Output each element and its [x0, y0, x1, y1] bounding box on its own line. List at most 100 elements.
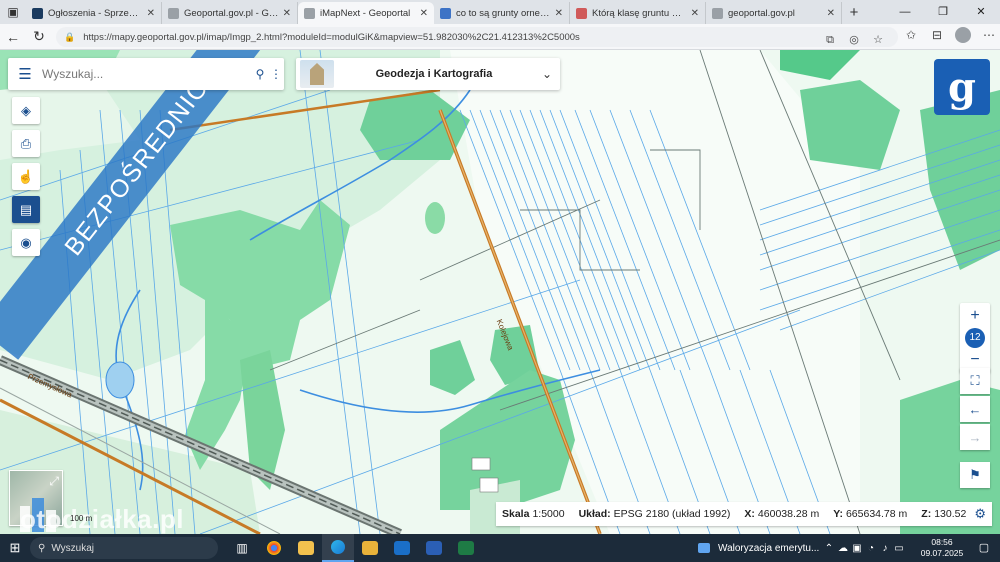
- lock-icon: 🔒: [64, 31, 76, 42]
- browser-tab[interactable]: co to są grunty orne IV - V ✕: [434, 2, 570, 24]
- zoom-in-button[interactable]: +: [961, 306, 989, 326]
- layers-button[interactable]: ◈: [12, 97, 40, 124]
- system-tray: ⌃ ☁ ▣ ◔ ♪ ▭: [822, 534, 906, 562]
- favorites-icon[interactable]: ✩: [898, 28, 924, 42]
- screenshot-button[interactable]: ◉: [12, 229, 40, 256]
- settings-gear-icon[interactable]: ⚙: [974, 506, 986, 522]
- scale-bar: 100 m: [70, 514, 93, 523]
- tab-title: iMapNext - Geoportal: [320, 7, 411, 19]
- identify-button[interactable]: ☝: [12, 163, 40, 190]
- windows-start-icon[interactable]: ⊞: [0, 540, 30, 556]
- map-compose-button[interactable]: ⚑: [960, 462, 990, 488]
- zoom-level-badge: 12: [965, 328, 985, 348]
- tab-title: Ogłoszenia - Sprzedam, k: [48, 7, 143, 19]
- window-controls: — ❐ ✕: [886, 0, 1000, 24]
- browser-tab[interactable]: geoportal.gov.pl ✕: [706, 2, 842, 24]
- arrow-right-icon: →: [968, 429, 982, 445]
- word-icon[interactable]: [418, 534, 450, 562]
- browser-tab-active[interactable]: iMapNext - Geoportal ✕: [298, 2, 434, 24]
- coordinate-system-readout[interactable]: Układ: EPSG 2180 (układ 1992): [579, 508, 731, 520]
- map-status-bar: Skala 1:5000 Układ: EPSG 2180 (układ 1992)…: [496, 502, 992, 526]
- watermark-text: otodziałka.pl: [20, 504, 184, 534]
- favorite-star-icon[interactable]: ☆: [866, 30, 890, 50]
- windows-taskbar: ⊞ ⚲ Wyszukaj ▥ Waloryzacja emerytu... ⌃ …: [0, 534, 1000, 562]
- tab-favicon-icon: [32, 7, 43, 19]
- tab-title: Którą klasę gruntu możn: [592, 7, 687, 19]
- previous-view-button[interactable]: ←: [960, 396, 990, 422]
- close-tab-icon[interactable]: ✕: [283, 8, 291, 19]
- geoportal-logo[interactable]: g: [934, 59, 990, 115]
- more-vert-icon[interactable]: ⋮: [268, 67, 284, 81]
- camera-tray-icon[interactable]: ▣: [850, 543, 864, 554]
- zoom-out-button[interactable]: −: [961, 350, 989, 370]
- close-tab-icon[interactable]: ✕: [147, 8, 155, 19]
- fullscreen-icon: ⛶: [970, 373, 980, 388]
- close-tab-icon[interactable]: ✕: [420, 8, 428, 19]
- module-title: Geodezja i Kartografia: [375, 68, 493, 80]
- close-tab-icon[interactable]: ✕: [691, 8, 699, 19]
- new-tab-button[interactable]: +: [842, 4, 866, 21]
- clipboard-button[interactable]: ▤: [12, 196, 40, 223]
- map-search-input[interactable]: Wyszukaj...: [42, 67, 252, 81]
- layers-icon: ◈: [21, 102, 31, 118]
- print-button[interactable]: ⎙: [12, 130, 40, 157]
- cloud-icon[interactable]: ☁: [836, 543, 850, 554]
- search-icon[interactable]: ⚲: [252, 67, 268, 81]
- taskbar-search-field[interactable]: ⚲ Wyszukaj: [30, 537, 218, 559]
- close-tab-icon[interactable]: ✕: [827, 8, 835, 19]
- expand-icon[interactable]: ⤢: [49, 474, 59, 489]
- task-view-icon[interactable]: ▥: [226, 534, 258, 562]
- map-search-panel: ☰ Wyszukaj... ⚲ ⋮: [8, 58, 284, 90]
- taskbar-apps: ▥: [226, 534, 482, 562]
- browser-tab[interactable]: Którą klasę gruntu możn ✕: [570, 2, 706, 24]
- tab-favicon-icon: [712, 7, 723, 19]
- search-actions: ⚲ ⋮: [252, 67, 284, 81]
- edge-icon[interactable]: [322, 534, 354, 562]
- address-bar: ← ↻ 🔒 https://mapy.geoportal.gov.pl/imap…: [0, 24, 1000, 50]
- clock-time: 08:56: [931, 537, 953, 547]
- chrome-icon[interactable]: [258, 534, 290, 562]
- tracking-prevention-icon[interactable]: ◎: [842, 30, 866, 50]
- scale-readout[interactable]: Skala 1:5000: [502, 508, 565, 520]
- browser-tab[interactable]: Ogłoszenia - Sprzedam, k ✕: [26, 2, 162, 24]
- news-text: Waloryzacja emerytu...: [718, 542, 820, 554]
- tab-favicon-icon: [168, 7, 179, 19]
- module-thumbnail: [300, 60, 334, 88]
- tab-actions-icon[interactable]: ▣: [0, 0, 26, 24]
- notifications-icon[interactable]: ▢: [972, 534, 996, 562]
- app-available-icon[interactable]: ⧉: [818, 30, 842, 50]
- profile-avatar[interactable]: [955, 27, 971, 43]
- browser-tab[interactable]: Geoportal.gov.pl - Geopo ✕: [162, 2, 298, 24]
- full-extent-button[interactable]: ⛶: [960, 368, 990, 394]
- excel-icon[interactable]: [450, 534, 482, 562]
- taskbar-news-widget[interactable]: Waloryzacja emerytu...: [698, 534, 819, 562]
- maximize-button[interactable]: ❐: [924, 0, 962, 24]
- close-tab-icon[interactable]: ✕: [555, 8, 563, 19]
- menu-icon[interactable]: ☰: [8, 65, 42, 83]
- minimize-button[interactable]: —: [886, 0, 924, 24]
- collections-icon[interactable]: ⊟: [924, 28, 950, 42]
- back-icon[interactable]: ←: [0, 29, 26, 45]
- battery-icon[interactable]: ▭: [892, 543, 906, 554]
- taskbar-clock[interactable]: 08:56 09.07.2025: [914, 537, 970, 559]
- volume-icon[interactable]: ♪: [878, 543, 892, 554]
- file-explorer-icon[interactable]: [290, 534, 322, 562]
- more-options-icon[interactable]: ⋯: [976, 28, 1000, 42]
- chevron-down-icon[interactable]: ⌄: [534, 67, 560, 81]
- url-actions: ⧉ ◎ ☆: [818, 30, 890, 50]
- map-canvas[interactable]: Kolejowa Przemysłowa BEZPOŚREDNIO ☰ Wysz…: [0, 50, 1000, 534]
- tab-favicon-icon: [576, 7, 587, 19]
- outlook-icon[interactable]: [386, 534, 418, 562]
- wifi-icon[interactable]: ◔: [864, 543, 878, 554]
- show-hidden-icons-icon[interactable]: ⌃: [822, 543, 836, 554]
- url-field[interactable]: 🔒 https://mapy.geoportal.gov.pl/imap/Img…: [56, 27, 898, 47]
- module-selector[interactable]: Geodezja i Kartografia ⌄: [296, 58, 560, 90]
- pointer-hand-icon: ☝: [17, 168, 35, 184]
- camera-icon: ◉: [20, 234, 32, 250]
- refresh-icon[interactable]: ↻: [26, 28, 52, 45]
- close-window-button[interactable]: ✕: [962, 0, 1000, 24]
- map-pin-icon: ⚑: [969, 467, 981, 482]
- map-left-toolbar: ◈ ⎙ ☝ ▤ ◉: [12, 97, 40, 256]
- folder-icon[interactable]: [354, 534, 386, 562]
- next-view-button[interactable]: →: [960, 424, 990, 450]
